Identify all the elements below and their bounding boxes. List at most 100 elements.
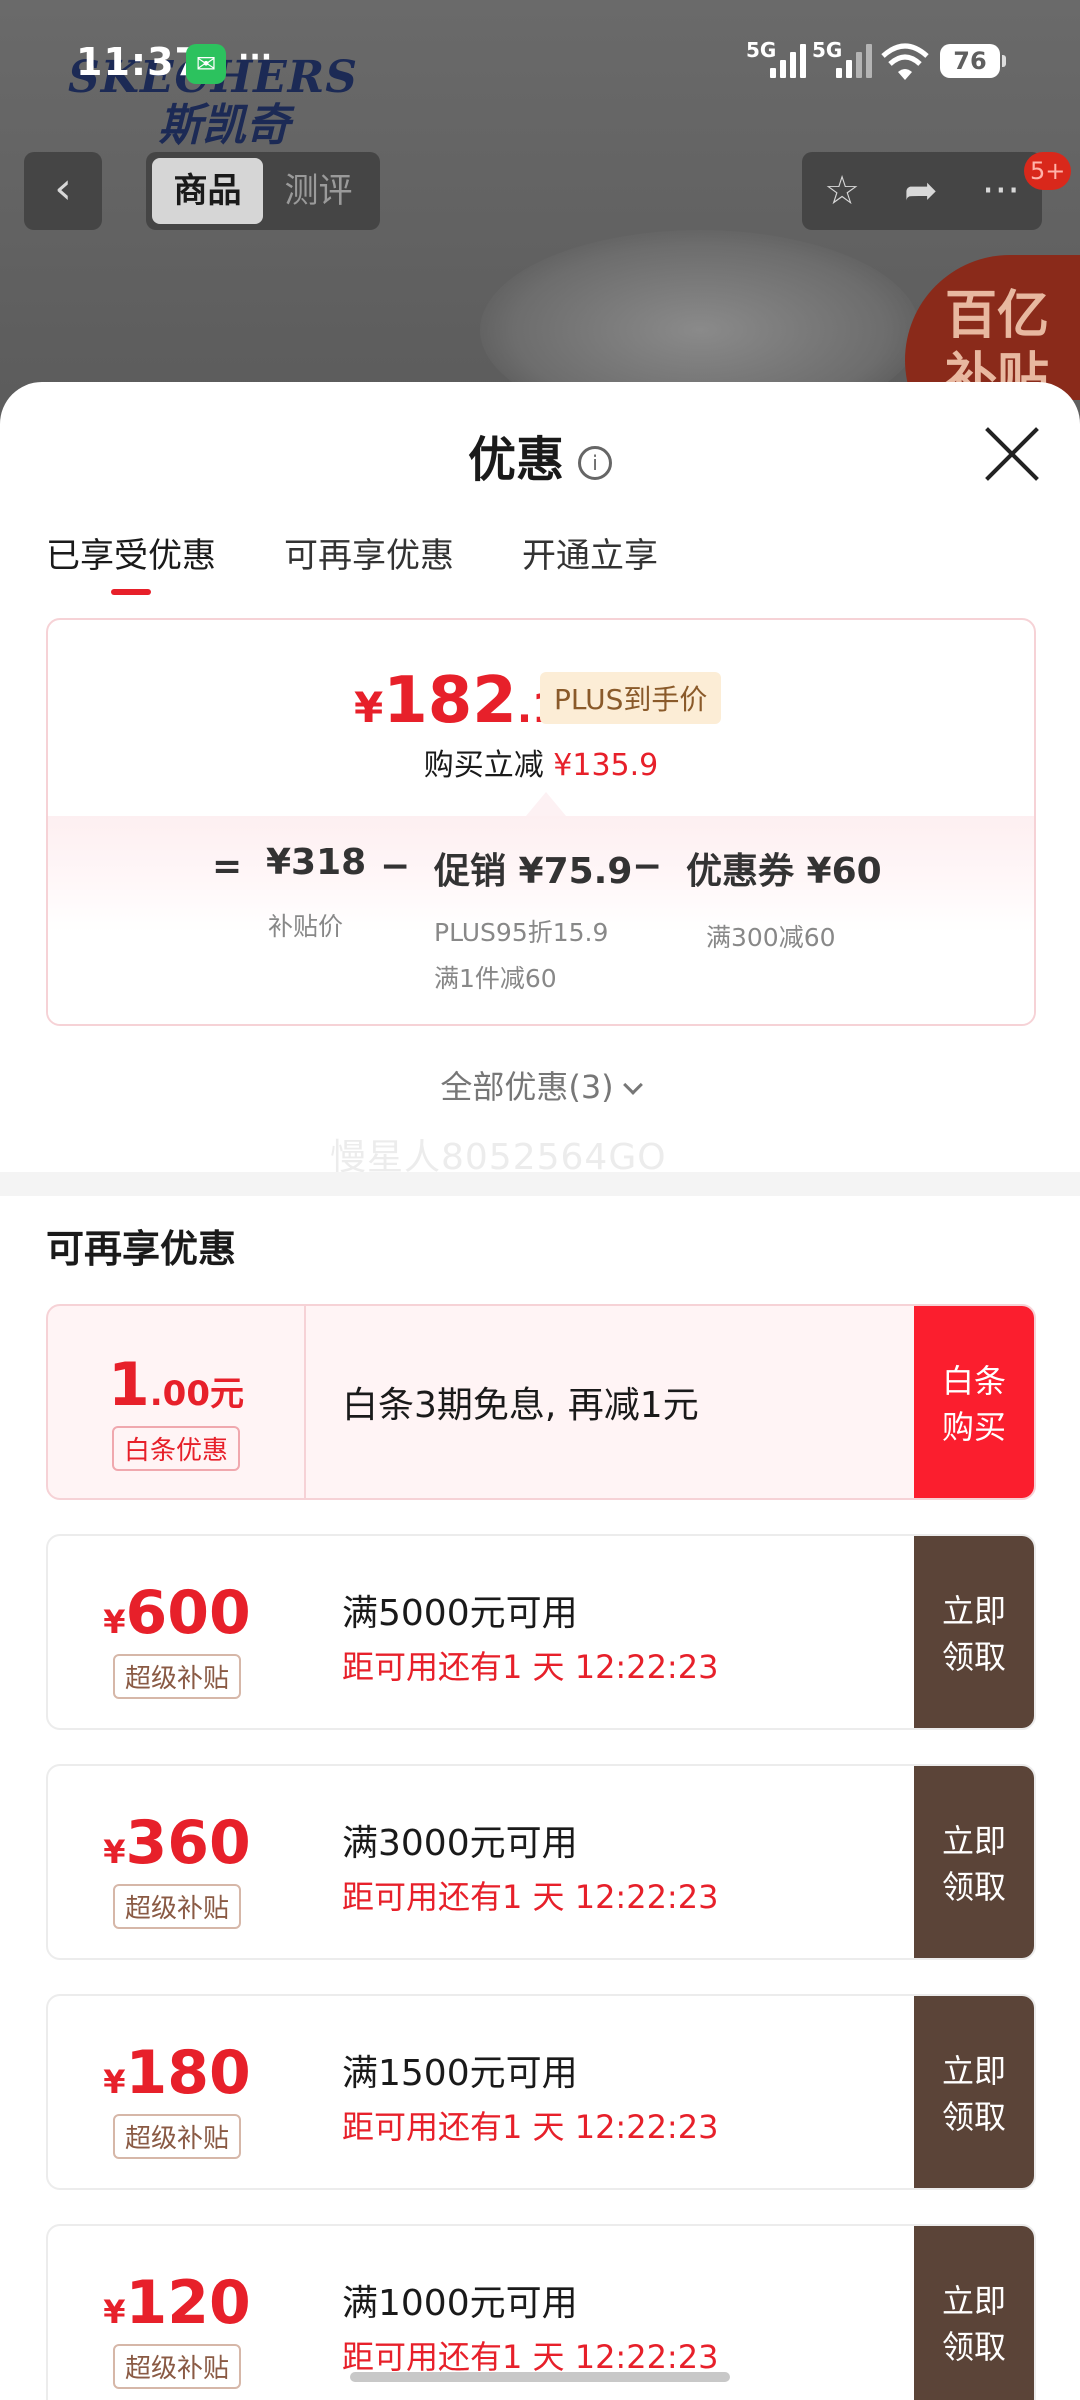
claim-label-2: 领取	[941, 1868, 1006, 1906]
final-price: ¥182.1	[354, 664, 560, 738]
subsidy-price: ¥318 补贴价	[266, 842, 366, 951]
claim-coupon-button[interactable]: 立即 领取	[914, 1766, 1034, 1958]
pointer-triangle	[526, 792, 566, 816]
coupon-condition: 满1500元可用	[342, 2053, 578, 2094]
back-arrow-icon: ‹	[54, 163, 72, 214]
notification-badge: 5+	[1024, 152, 1072, 190]
signal-icon-2	[836, 44, 872, 78]
coupon-currency: ¥	[103, 1833, 126, 1871]
claim-coupon-button[interactable]: 立即 领取	[914, 1536, 1034, 1728]
coupon-tag: 超级补贴	[112, 1654, 242, 1699]
coupon-tag: 超级补贴	[112, 2344, 242, 2389]
claim-label-2: 领取	[941, 1638, 1006, 1676]
minus-sign: −	[380, 846, 411, 887]
coupon-amount: ¥600 超级补贴	[48, 1536, 306, 1728]
equals-sign: =	[212, 846, 243, 887]
minus-sign: −	[632, 846, 663, 887]
price-breakdown: = ¥318 补贴价 − 促销 ¥75.9 PLUS95折15.9 满1件减60…	[48, 816, 1034, 1024]
coupon-tag: 超级补贴	[112, 1884, 242, 1929]
subsidy-badge: 百亿补贴	[905, 255, 1080, 400]
signal-icon-1	[770, 44, 806, 78]
sheet-title: 优惠 i	[0, 420, 1080, 490]
coupon-amount: 1.00元 白条优惠	[48, 1306, 306, 1498]
tab-activate-offers[interactable]: 开通立享	[522, 528, 658, 595]
claim-coupon-button[interactable]: 立即 领取	[914, 2226, 1034, 2400]
final-price-integer: 182	[383, 664, 517, 738]
tab-product[interactable]: 商品	[152, 158, 263, 224]
coupon-amount: ¥360 超级补贴	[48, 1766, 306, 1958]
claim-label-2: 领取	[941, 2098, 1006, 2136]
status-bar: 11:37 ✉ ··· 5G 5G 76	[0, 0, 1080, 120]
instant-discount: 购买立减 ¥135.9	[48, 740, 1034, 784]
product-image	[480, 230, 920, 400]
coupon-description: 白条3期免息, 再减1元	[342, 1385, 699, 1426]
instant-discount-amount: ¥135.9	[553, 748, 659, 783]
share-icon[interactable]: ➦	[904, 168, 938, 214]
baitiao-amount-decimal: .00元	[149, 1374, 244, 1414]
offers-sheet: 优惠 i 已享受优惠 可再享优惠 开通立享 ¥182.1 PLUS到手价 购买立减…	[0, 382, 1080, 2400]
coupon-discount-label: 满300减60	[706, 923, 836, 952]
claim-label-2: 领取	[941, 2328, 1006, 2366]
offer-tabs: 已享受优惠 可再享优惠 开通立享	[46, 528, 658, 595]
section-divider	[0, 1172, 1080, 1196]
claim-label-1: 立即	[941, 2282, 1006, 2320]
baitiao-buy-button[interactable]: 白条 购买	[914, 1306, 1034, 1498]
coupon-countdown: 距可用还有1 天 12:22:23	[342, 2108, 719, 2146]
sheet-title-text: 优惠	[467, 432, 564, 488]
promotion-discount: 促销 ¥75.9 PLUS95折15.9 满1件减60	[434, 842, 632, 1002]
section-title-more-offers: 可再享优惠	[46, 1227, 237, 1271]
coupon-condition: 满1000元可用	[342, 2283, 578, 2324]
product-review-switch: 商品 测评	[146, 152, 380, 230]
claim-label-1: 立即	[941, 2052, 1006, 2090]
claim-label-1: 立即	[941, 1822, 1006, 1860]
close-icon[interactable]	[982, 424, 1042, 484]
wechat-icon: ✉	[186, 44, 226, 84]
coupon-tag: 白条优惠	[111, 1426, 241, 1471]
home-indicator[interactable]	[350, 2372, 730, 2382]
instant-discount-label: 购买立减	[423, 748, 544, 783]
price-summary-card: ¥182.1 PLUS到手价 购买立减 ¥135.9 = ¥318 补贴价 − …	[46, 618, 1036, 1026]
all-offers-toggle[interactable]: 全部优惠(3)	[0, 1062, 1080, 1108]
claim-coupon-button[interactable]: 立即 领取	[914, 1996, 1034, 2188]
star-icon[interactable]: ☆	[824, 168, 860, 214]
promotion-detail: PLUS95折15.9 满1件减60	[434, 910, 632, 1002]
more-icon[interactable]: ···	[982, 168, 1020, 214]
info-icon[interactable]: i	[578, 446, 612, 480]
subsidy-price-label: 补贴价	[268, 912, 344, 941]
nav-actions: ☆ ➦ ···	[802, 152, 1042, 230]
coupon-tag: 超级补贴	[112, 2114, 242, 2159]
final-price-currency: ¥	[354, 683, 384, 732]
coupon-value: 360	[125, 1808, 251, 1878]
coupon-countdown: 距可用还有1 天 12:22:23	[342, 1648, 719, 1686]
more-notifications-icon: ···	[238, 40, 273, 75]
all-offers-label: 全部优惠(3)	[440, 1068, 614, 1106]
tab-enjoyed-offers[interactable]: 已享受优惠	[46, 528, 216, 595]
promotion-detail-2: 满1件减60	[434, 964, 557, 993]
claim-label-1: 立即	[941, 1592, 1006, 1630]
coupon-value: 180	[125, 2038, 251, 2108]
coupon-condition: 满3000元可用	[342, 1823, 578, 1864]
chevron-down-icon	[622, 1075, 643, 1095]
baitiao-offer-card: 1.00元 白条优惠 白条3期免息, 再减1元 白条 购买	[46, 1304, 1036, 1500]
coupon-amount: ¥180 超级补贴	[48, 1996, 306, 2188]
status-time: 11:37	[76, 40, 202, 84]
tab-more-offers[interactable]: 可再享优惠	[284, 528, 454, 595]
coupon-condition: 满5000元可用	[342, 1593, 578, 1634]
plus-price-badge: PLUS到手价	[540, 672, 722, 724]
promotion-detail-1: PLUS95折15.9	[434, 918, 609, 947]
coupon-currency: ¥	[103, 2293, 126, 2331]
coupon-value: 600	[125, 1578, 251, 1648]
battery-icon: 76	[940, 44, 1006, 78]
coupon-card: ¥180 超级补贴 满1500元可用 距可用还有1 天 12:22:23 立即 …	[46, 1994, 1036, 2190]
tab-review[interactable]: 测评	[263, 158, 374, 224]
coupon-currency: ¥	[103, 1603, 126, 1641]
baitiao-buy-label-2: 购买	[941, 1408, 1006, 1446]
baitiao-buy-label-1: 白条	[941, 1362, 1006, 1400]
baitiao-amount-integer: 1	[108, 1350, 150, 1420]
back-button[interactable]: ‹	[24, 152, 102, 230]
subsidy-price-value: ¥318	[266, 842, 367, 883]
coupon-discount-value: 优惠券 ¥60	[686, 851, 882, 892]
coupon-amount: ¥120 超级补贴	[48, 2226, 306, 2400]
coupon-value: 120	[125, 2268, 251, 2338]
coupon-currency: ¥	[103, 2063, 126, 2101]
